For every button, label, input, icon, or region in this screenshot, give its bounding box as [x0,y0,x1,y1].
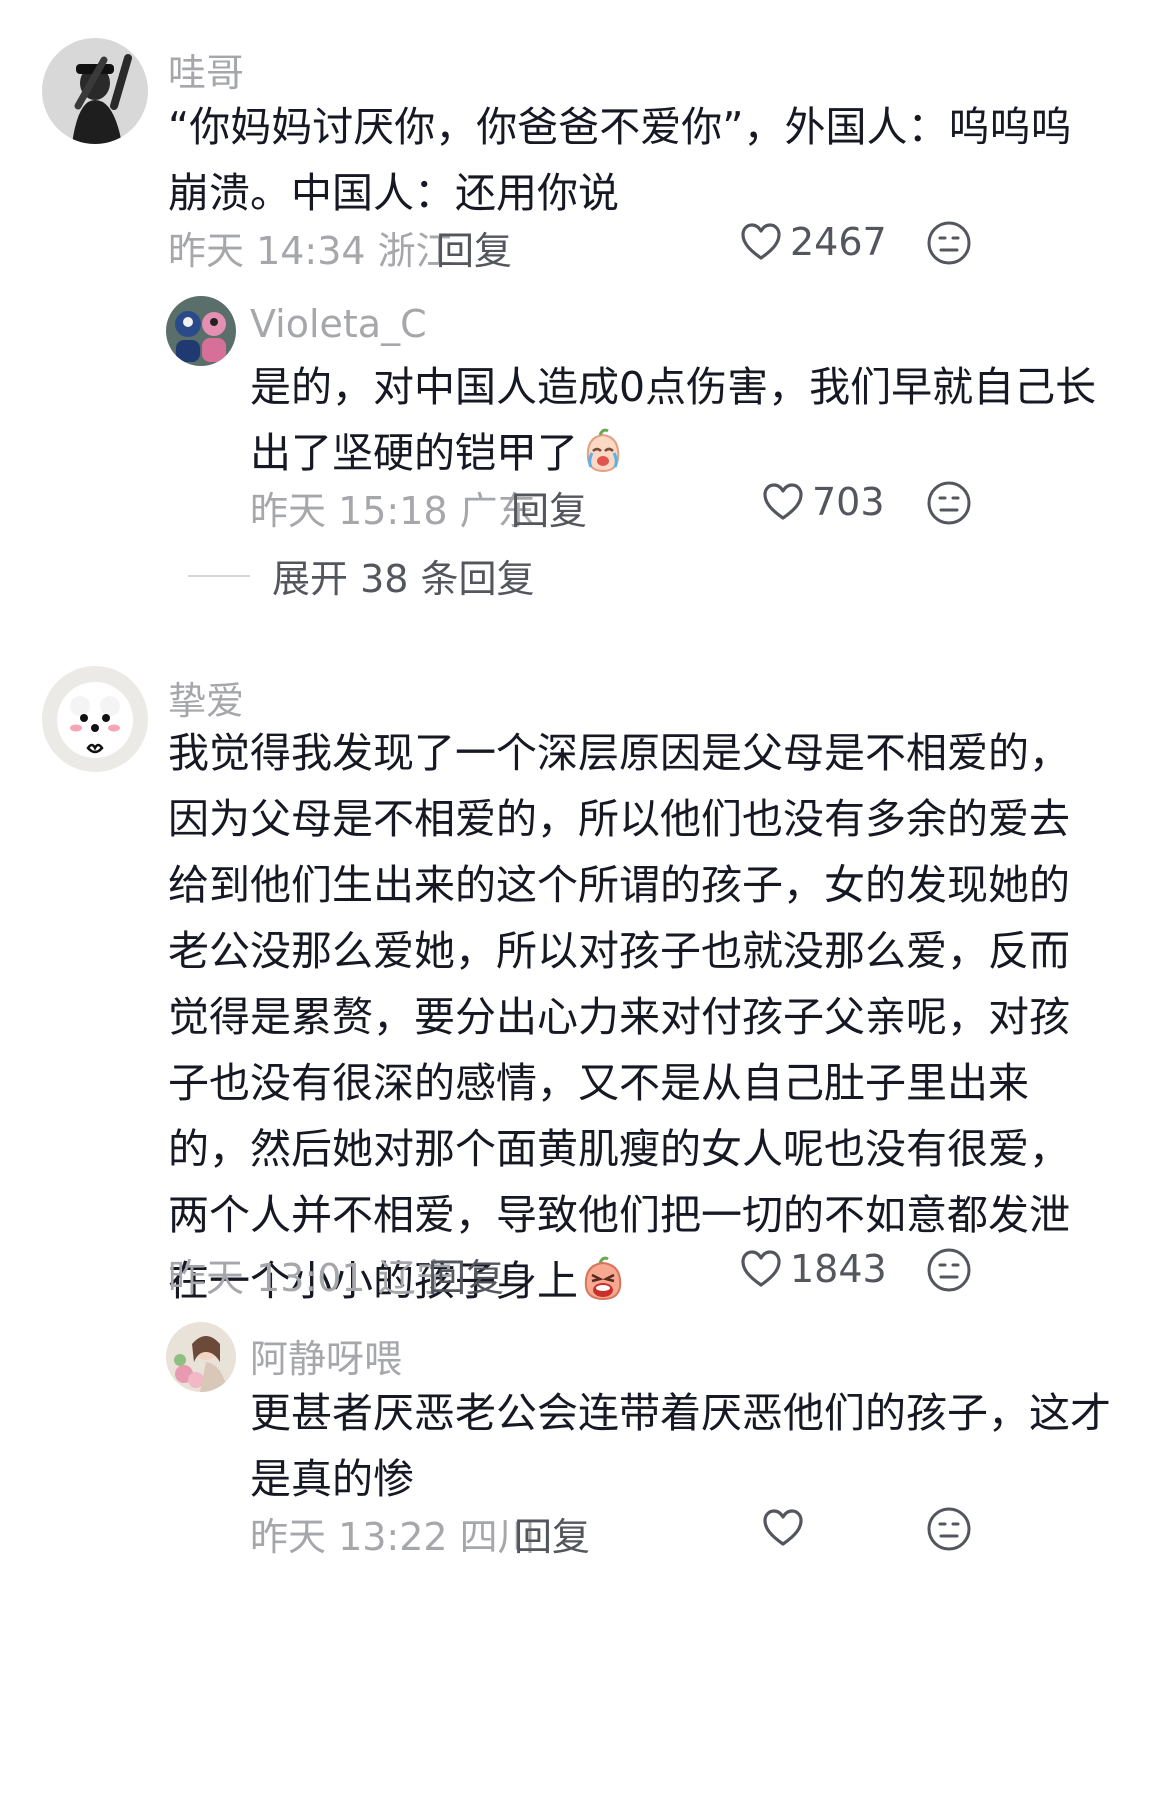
comment-time-location: 昨天 15:18 广东 [250,489,536,533]
comment-author[interactable]: 哇哥 [168,42,244,97]
heart-icon [763,1509,803,1546]
avatar[interactable] [42,38,148,144]
reply-button[interactable]: 回复 [436,220,512,275]
comment-author[interactable]: Violeta_C [250,302,427,346]
like-button[interactable]: 2467 [740,217,887,267]
like-count: 703 [812,480,885,524]
comment-text: “你妈妈讨厌你，你爸爸不爱你”，外国人：呜呜呜崩溃。中国人：还用你说 [168,94,1098,226]
divider [188,574,250,577]
heart-icon [741,223,781,260]
wailing-face-emoji [584,1256,622,1301]
like-count: 1843 [790,1247,887,1291]
avatar[interactable] [42,666,148,772]
like-button[interactable]: 1843 [740,1244,887,1294]
heart-icon [741,1250,781,1287]
dislike-face-icon[interactable] [926,480,972,526]
reply-button[interactable]: 回复 [428,1247,504,1302]
avatar[interactable] [166,1322,236,1392]
dislike-face-icon[interactable] [926,220,972,266]
comment-author[interactable]: 阿静呀喂 [250,1328,402,1383]
comment-time-location: 昨天 13:01 辽宁 [168,1256,454,1300]
expand-replies-button[interactable]: 展开 38 条回复 [188,548,535,603]
comment-author[interactable]: 挚爱 [168,670,244,725]
like-button[interactable]: 703 [762,477,885,527]
comment-text-body: 更甚者厌恶老公会连带着厌恶他们的孩子，这才是真的惨 [250,1389,1111,1503]
comment-text: 更甚者厌恶老公会连带着厌恶他们的孩子，这才是真的惨 [250,1380,1130,1512]
dislike-face-icon[interactable] [926,1506,972,1552]
comment-text-body: 是的，对中国人造成0点伤害，我们早就自己长出了坚硬的铠甲了 [250,363,1097,477]
expand-replies-label: 展开 38 条回复 [272,557,535,601]
crying-face-emoji [586,428,620,473]
reply-button[interactable]: 回复 [514,1506,590,1561]
dislike-face-icon[interactable] [926,1247,972,1293]
avatar[interactable] [166,296,236,366]
heart-icon [763,483,803,520]
reply-button[interactable]: 回复 [511,480,587,535]
comment-text-body: 我觉得我发现了一个深层原因是父母是不相爱的，因为父母是不相爱的，所以他们也没有多… [168,729,1070,1305]
like-button[interactable] [762,1503,812,1553]
comment-text-body: “你妈妈讨厌你，你爸爸不爱你”，外国人：呜呜呜崩溃。中国人：还用你说 [168,103,1072,217]
comment-text: 我觉得我发现了一个深层原因是父母是不相爱的，因为父母是不相爱的，所以他们也没有多… [168,720,1098,1314]
comment-list: 哇哥 “你妈妈讨厌你，你爸爸不爱你”，外国人：呜呜呜崩溃。中国人：还用你说 昨天… [0,0,1169,1814]
comment-time-location: 昨天 14:34 浙江 [168,229,454,273]
comment-time-location: 昨天 13:22 四川 [250,1515,536,1559]
comment-text: 是的，对中国人造成0点伤害，我们早就自己长出了坚硬的铠甲了 [250,354,1130,486]
like-count: 2467 [790,220,887,264]
